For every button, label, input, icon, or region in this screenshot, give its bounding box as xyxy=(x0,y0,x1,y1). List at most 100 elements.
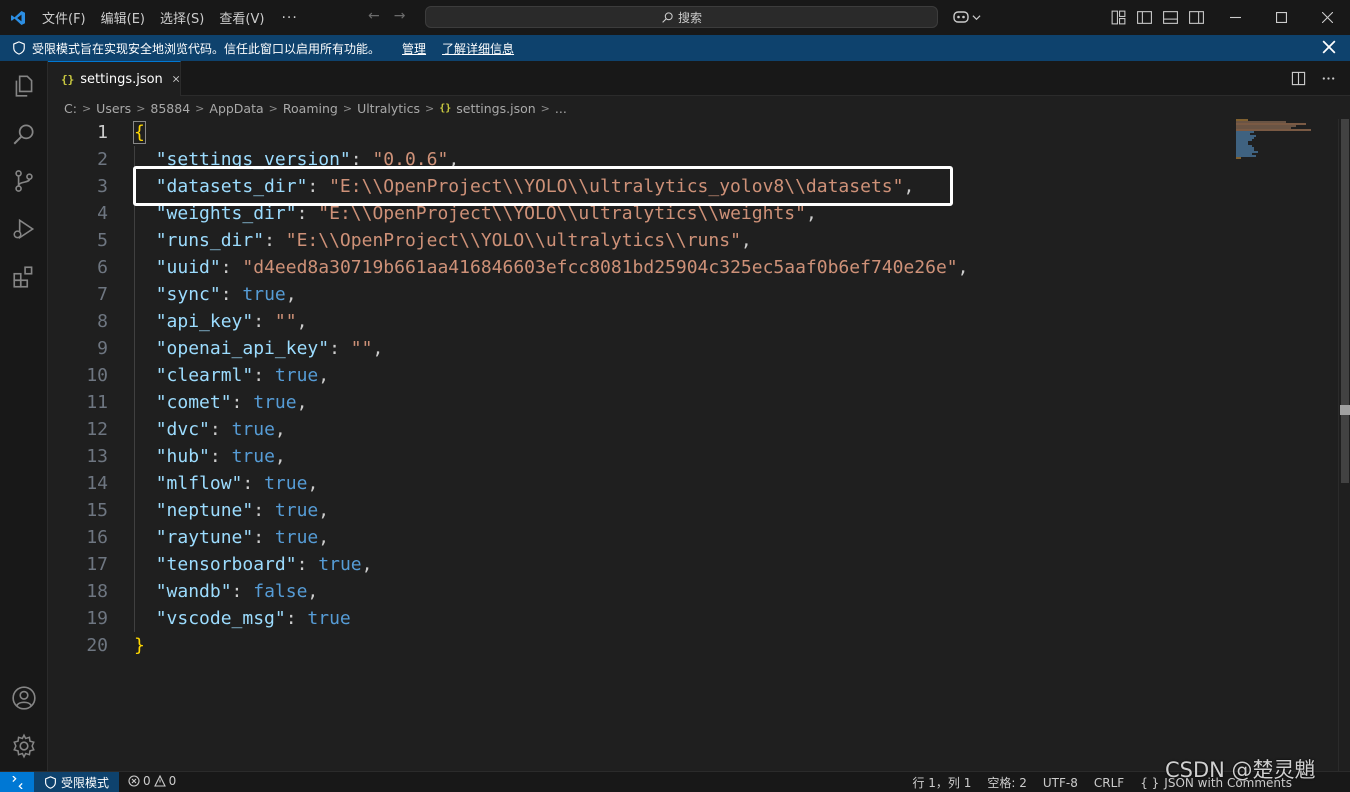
breadcrumb-item[interactable]: C: xyxy=(64,101,77,116)
restricted-mode-label: 受限模式 xyxy=(61,776,110,790)
code-line[interactable]: 19 "vscode_msg": true xyxy=(48,605,1228,632)
extensions-icon[interactable] xyxy=(11,264,37,290)
code-content: "uuid": "d4eed8a30719b661aa416846603efcc… xyxy=(155,257,969,278)
explorer-icon[interactable] xyxy=(11,73,37,99)
forward-arrow-icon[interactable]: → xyxy=(394,8,406,24)
code-content: "api_key": "", xyxy=(155,311,308,332)
code-line[interactable]: 14 "mlflow": true, xyxy=(48,470,1228,497)
json-key: "dvc" xyxy=(155,419,210,440)
chevron-right-icon: > xyxy=(540,101,550,115)
code-content: "clearml": true, xyxy=(155,365,330,386)
json-comma: , xyxy=(372,338,384,359)
toggle-primary-sidebar-icon[interactable] xyxy=(1136,9,1153,26)
json-value: true xyxy=(274,527,319,548)
breadcrumb-item[interactable]: Ultralytics xyxy=(357,101,420,116)
code-editor[interactable]: 1{2 "settings_version": "0.0.6", 3 "datas… xyxy=(48,119,1338,771)
remote-indicator[interactable] xyxy=(0,772,34,792)
vscode-logo-icon[interactable] xyxy=(10,10,26,26)
line-number: 8 xyxy=(97,311,108,332)
cursor-position[interactable]: 行 1，列 1 xyxy=(912,774,971,791)
json-comma: , xyxy=(740,230,752,251)
breadcrumb-item[interactable]: AppData xyxy=(209,101,263,116)
line-number: 19 xyxy=(86,608,108,629)
title-bar: 文件(F) 编辑(E) 选择(S) 查看(V) ··· ← → 搜索 xyxy=(0,0,1350,35)
encoding[interactable]: UTF-8 xyxy=(1043,776,1078,790)
activity-bar xyxy=(0,61,48,771)
code-line[interactable]: 17 "tensorboard": true, xyxy=(48,551,1228,578)
code-line[interactable]: 1{ xyxy=(48,119,1228,146)
code-line[interactable]: 16 "raytune": true, xyxy=(48,524,1228,551)
chevron-right-icon: > xyxy=(81,101,92,115)
end-of-line[interactable]: CRLF xyxy=(1094,776,1124,790)
split-editor-icon[interactable] xyxy=(1291,71,1306,86)
toggle-secondary-sidebar-icon[interactable] xyxy=(1188,9,1205,26)
close-icon xyxy=(1321,12,1333,23)
code-line[interactable]: 7 "sync": true, xyxy=(48,281,1228,308)
restricted-mode-indicator[interactable]: 受限模式 xyxy=(34,772,120,792)
code-line[interactable]: 15 "neptune": true, xyxy=(48,497,1228,524)
search-view-icon[interactable] xyxy=(11,121,37,147)
minimap[interactable] xyxy=(1236,119,1316,159)
tab-settings-json[interactable]: {} settings.json xyxy=(48,61,181,96)
banner-manage-link[interactable]: 管理 xyxy=(402,40,426,57)
breadcrumb-item[interactable]: ... xyxy=(555,101,567,116)
banner-close-icon[interactable] xyxy=(1322,40,1336,54)
customize-layout-icon[interactable] xyxy=(1110,9,1127,26)
json-key: "hub" xyxy=(155,446,210,467)
menu-file[interactable]: 文件(F) xyxy=(42,8,86,27)
json-comma: , xyxy=(274,419,286,440)
code-line[interactable]: 11 "comet": true, xyxy=(48,389,1228,416)
breadcrumb-item[interactable]: settings.json xyxy=(456,101,535,116)
code-line[interactable]: 9 "openai_api_key": "", xyxy=(48,335,1228,362)
json-value: true xyxy=(231,419,275,440)
run-debug-icon[interactable] xyxy=(11,216,37,242)
gear-icon[interactable] xyxy=(11,733,37,759)
banner-learn-more-link[interactable]: 了解详细信息 xyxy=(442,40,514,57)
banner-message: 受限模式旨在实现安全地浏览代码。信任此窗口以启用所有功能。 xyxy=(32,41,381,56)
more-actions-icon[interactable] xyxy=(1321,71,1336,86)
json-key: "comet" xyxy=(155,392,232,413)
json-key: "neptune" xyxy=(155,500,254,521)
command-center-search[interactable]: 搜索 xyxy=(425,6,938,28)
source-control-icon[interactable] xyxy=(11,168,37,194)
menu-edit[interactable]: 编辑(E) xyxy=(101,8,145,27)
code-line[interactable]: 10 "clearml": true, xyxy=(48,362,1228,389)
line-number: 1 xyxy=(97,122,108,143)
line-number: 5 xyxy=(97,230,108,251)
scrollbar-thumb[interactable] xyxy=(1341,119,1349,483)
problems-indicator[interactable]: 0 0 xyxy=(128,774,176,788)
json-comma: , xyxy=(318,365,330,386)
code-line[interactable]: 18 "wandb": false, xyxy=(48,578,1228,605)
code-line[interactable]: 12 "dvc": true, xyxy=(48,416,1228,443)
menu-view[interactable]: 查看(V) xyxy=(219,8,264,27)
breadcrumb-item[interactable]: Roaming xyxy=(283,101,338,116)
json-comma: , xyxy=(296,311,308,332)
back-arrow-icon[interactable]: ← xyxy=(368,8,380,24)
accounts-icon[interactable] xyxy=(11,685,37,711)
json-comma: , xyxy=(957,257,969,278)
tab-close-icon[interactable] xyxy=(172,73,180,85)
minimize-button[interactable] xyxy=(1212,0,1258,35)
menu-more-button[interactable]: ··· xyxy=(281,10,297,26)
layout-controls xyxy=(1110,9,1205,26)
indentation[interactable]: 空格: 2 xyxy=(987,774,1027,791)
chevron-right-icon: > xyxy=(195,101,205,115)
toggle-panel-icon[interactable] xyxy=(1162,9,1179,26)
close-window-button[interactable] xyxy=(1304,0,1350,35)
copilot-icon xyxy=(953,11,969,23)
code-content: "wandb": false, xyxy=(155,581,319,602)
json-value: true xyxy=(274,365,319,386)
breadcrumb-item[interactable]: 85884 xyxy=(150,101,190,116)
code-line[interactable]: 20} xyxy=(48,632,1228,659)
code-content: "hub": true, xyxy=(155,446,286,467)
code-line[interactable]: 13 "hub": true, xyxy=(48,443,1228,470)
code-line[interactable]: 6 "uuid": "d4eed8a30719b661aa416846603ef… xyxy=(48,254,1228,281)
maximize-button[interactable] xyxy=(1258,0,1304,35)
json-key: "tensorboard" xyxy=(155,554,297,575)
copilot-button[interactable] xyxy=(952,9,981,25)
menu-selection[interactable]: 选择(S) xyxy=(160,8,204,27)
vertical-scrollbar[interactable] xyxy=(1338,119,1350,771)
code-line[interactable]: 5 "runs_dir": "E:\\OpenProject\\YOLO\\ul… xyxy=(48,227,1228,254)
code-line[interactable]: 8 "api_key": "", xyxy=(48,308,1228,335)
breadcrumb-item[interactable]: Users xyxy=(96,101,131,116)
